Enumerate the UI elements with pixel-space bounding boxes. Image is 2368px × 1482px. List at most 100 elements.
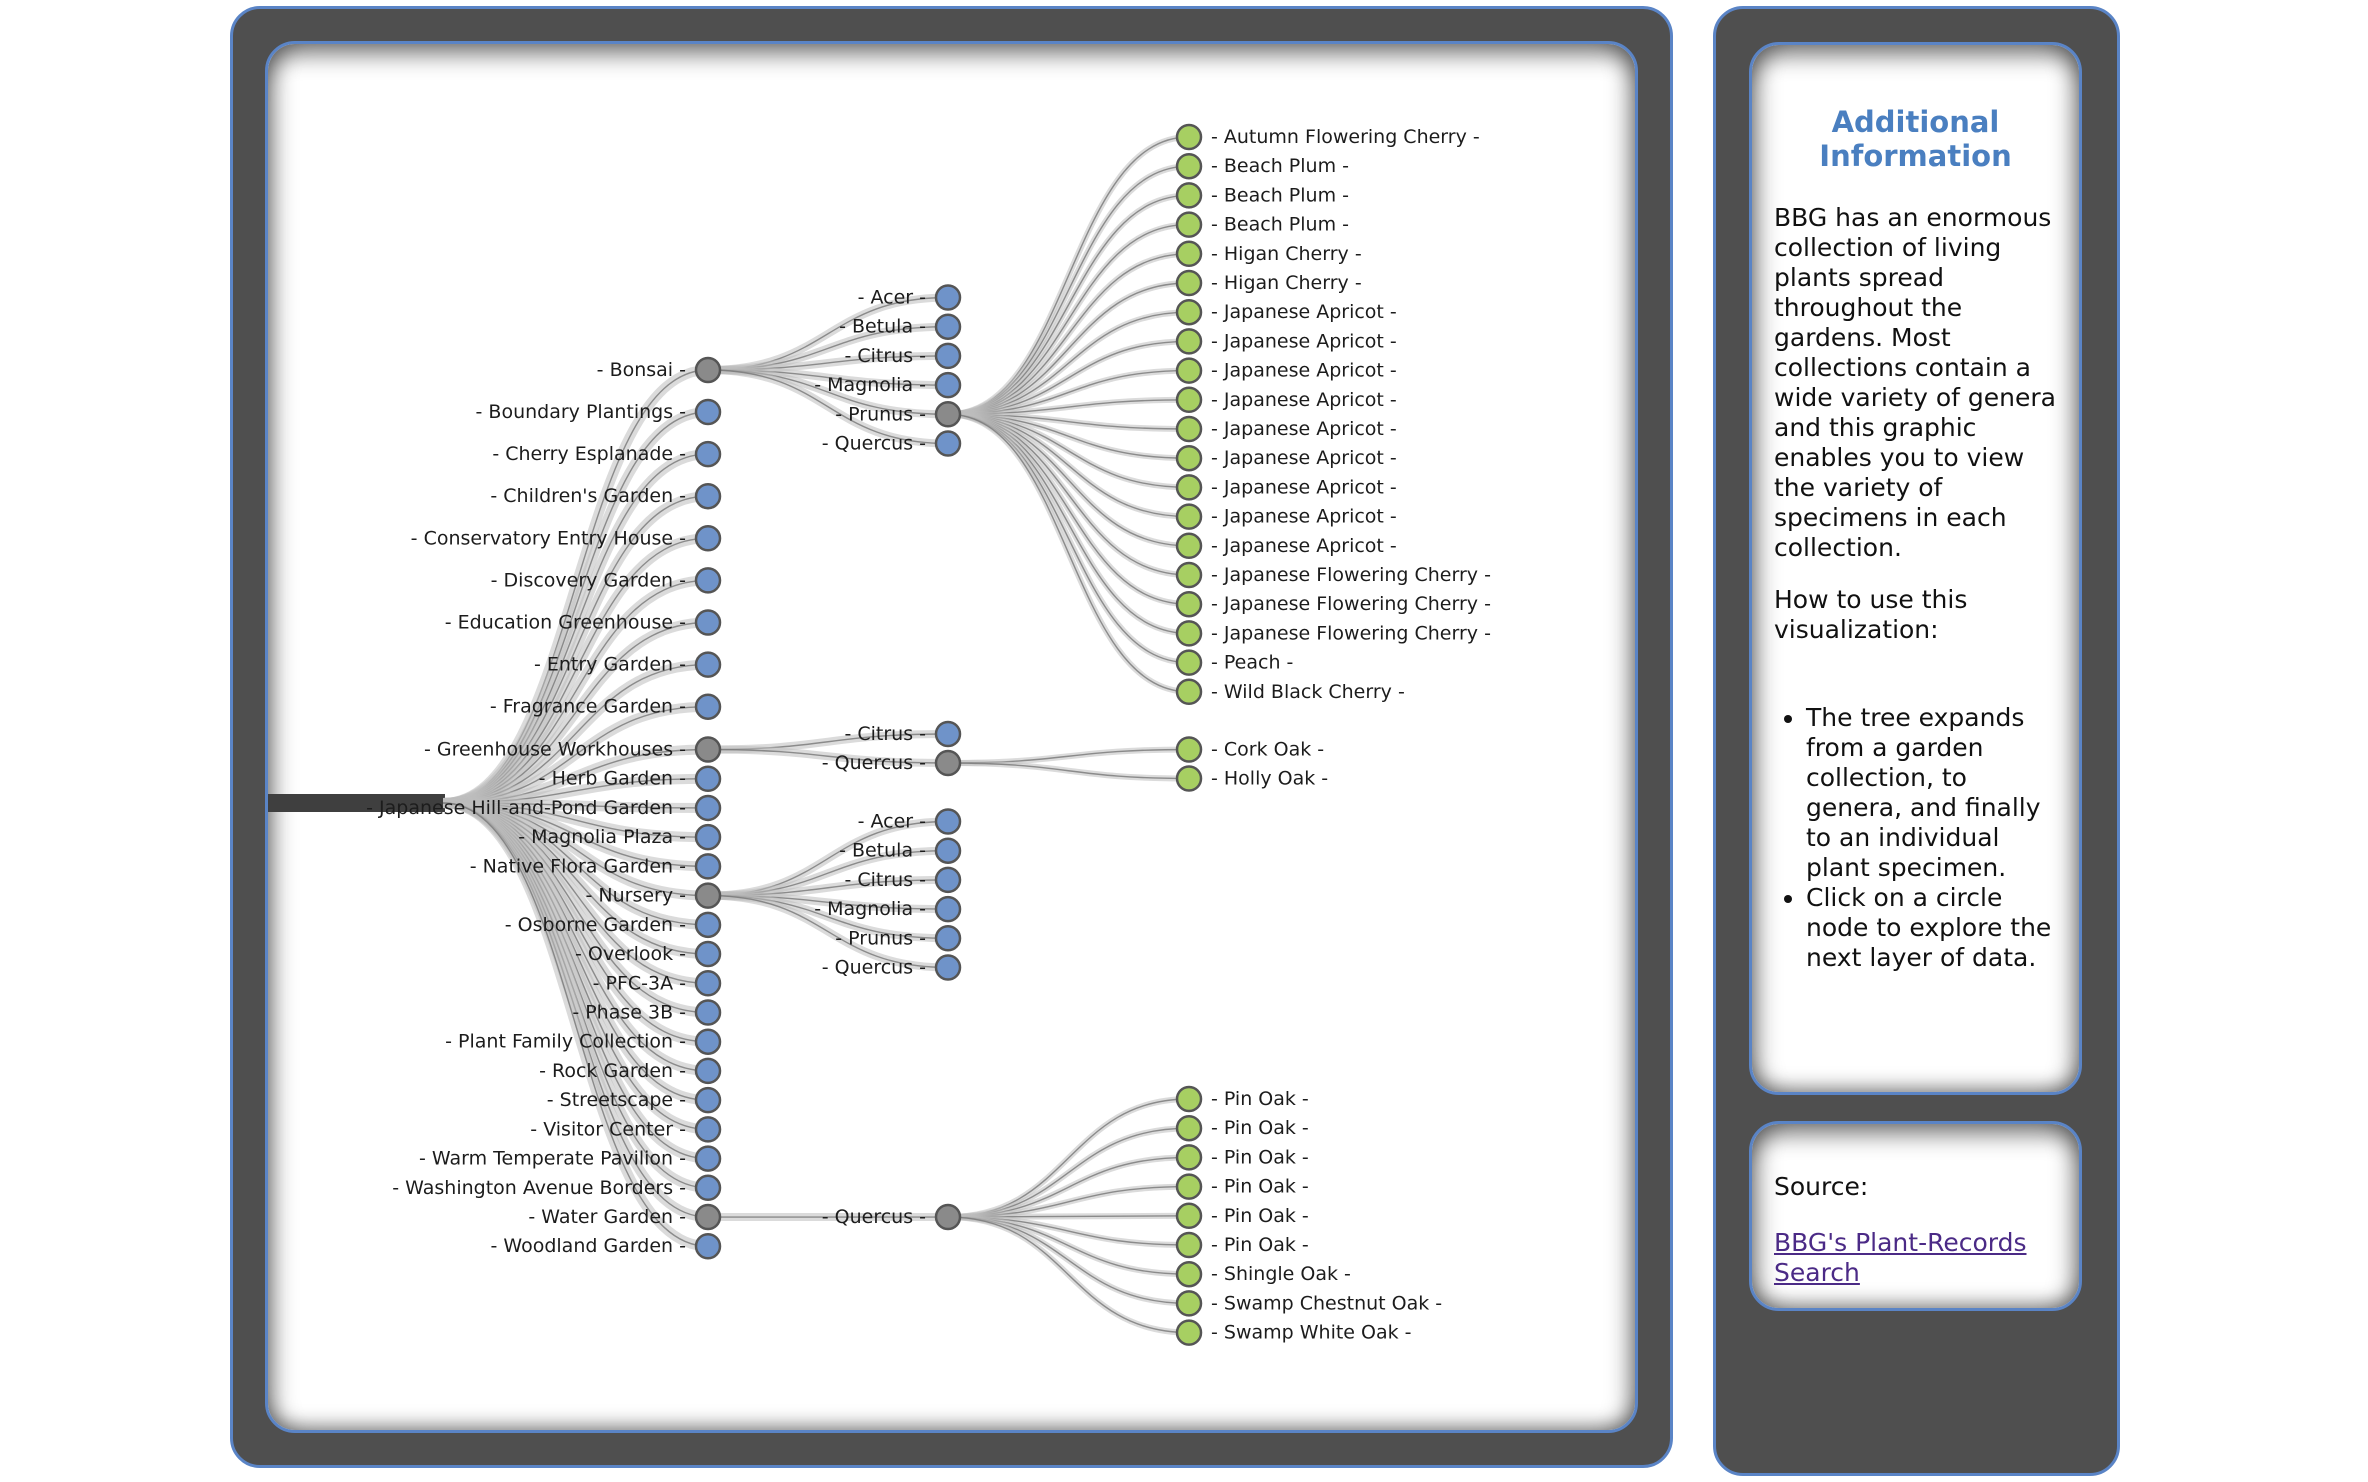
specimen-node[interactable] [1175, 1202, 1203, 1230]
specimen-node[interactable] [1175, 561, 1203, 589]
genus-node-magnolia[interactable] [934, 895, 962, 923]
genus-label: - Acer - [858, 287, 926, 309]
genus-node-citrus[interactable] [934, 720, 962, 748]
specimen-node[interactable] [1175, 590, 1203, 618]
specimen-node[interactable] [1175, 328, 1203, 355]
specimen-node[interactable] [1175, 474, 1203, 501]
collection-node-nursery[interactable] [694, 882, 722, 909]
collection-node-water-garden[interactable] [694, 1203, 722, 1231]
genus-label: - Betula - [839, 840, 926, 862]
collection-node-pfc-3a[interactable] [694, 970, 722, 997]
genus-node-quercus[interactable] [934, 430, 962, 457]
specimen-node[interactable] [1175, 152, 1203, 180]
specimen-node[interactable] [1175, 269, 1203, 297]
specimen-node[interactable] [1175, 503, 1203, 530]
info-card: Additional Information BBG has an enormo… [1749, 42, 2082, 1095]
tree-canvas: - Bonsai - - Boundary Plantings - - Cherry… [265, 41, 1638, 1433]
specimen-node[interactable] [1175, 620, 1203, 647]
collection-node-cherry-esplanade[interactable] [694, 440, 722, 468]
genus-node-prunus[interactable] [934, 925, 962, 952]
collection-node-children-s-garden[interactable] [694, 482, 722, 510]
specimen-node[interactable] [1175, 1144, 1203, 1171]
collection-node-discovery-garden[interactable] [694, 567, 722, 594]
specimen-node[interactable] [1175, 649, 1203, 676]
specimen-node[interactable] [1175, 386, 1203, 414]
specimen-label: - Japanese Apricot - [1211, 476, 1397, 498]
specimen-node[interactable] [1175, 1114, 1203, 1142]
specimen-node[interactable] [1175, 357, 1203, 384]
specimen-node[interactable] [1175, 1173, 1203, 1200]
collection-node-rock-garden[interactable] [694, 1057, 722, 1085]
collection-label: - Water Garden - [528, 1206, 686, 1228]
collection-node-visitor-center[interactable] [694, 1116, 722, 1143]
specimen-node[interactable] [1175, 1085, 1203, 1113]
collapsible-tree: - Bonsai - - Boundary Plantings - - Cherry… [268, 123, 1491, 1346]
collection-label: - Plant Family Collection - [445, 1031, 686, 1053]
collection-node-fragrance-garden[interactable] [694, 693, 722, 720]
collection-node-warm-temperate-pavilion[interactable] [694, 1145, 722, 1172]
collection-node-conservatory-entry-house[interactable] [694, 525, 722, 552]
collection-label: - Discovery Garden - [491, 569, 686, 591]
collection-node-woodland-garden[interactable] [694, 1232, 722, 1260]
genus-label: - Prunus - [835, 927, 926, 949]
collection-node-greenhouse-workhouses[interactable] [694, 736, 722, 763]
instruction-item: The tree expands from a garden collectio… [1806, 703, 2057, 883]
specimen-node[interactable] [1175, 123, 1203, 151]
genus-node-quercus[interactable] [934, 749, 962, 777]
source-link[interactable]: BBG's Plant-Records Search [1774, 1228, 2057, 1288]
collection-node-herb-garden[interactable] [694, 765, 722, 792]
collection-label: - Entry Garden - [534, 654, 686, 676]
genus-node-citrus[interactable] [934, 866, 962, 894]
specimen-node[interactable] [1175, 240, 1203, 268]
specimen-node[interactable] [1175, 532, 1203, 560]
specimen-label: - Swamp Chestnut Oak - [1211, 1292, 1442, 1314]
genus-node-citrus[interactable] [934, 342, 962, 370]
genus-node-betula[interactable] [934, 313, 962, 340]
specimen-label: - Shingle Oak - [1211, 1263, 1351, 1285]
specimen-node[interactable] [1175, 1260, 1203, 1288]
collection-node-japanese-hill-and-pond-garden[interactable] [694, 794, 722, 822]
collection-node-bonsai[interactable] [694, 356, 722, 384]
collection-node-plant-family-collection[interactable] [694, 1028, 722, 1055]
collection-node-boundary-plantings[interactable] [694, 398, 722, 426]
specimen-node[interactable] [1175, 298, 1203, 326]
specimen-label: - Pin Oak - [1211, 1117, 1309, 1139]
specimen-node[interactable] [1175, 444, 1203, 472]
collection-node-native-flora-garden[interactable] [694, 853, 722, 880]
specimen-node[interactable] [1175, 678, 1203, 706]
genus-node-acer[interactable] [934, 284, 962, 311]
specimen-node[interactable] [1175, 1231, 1203, 1259]
collection-node-entry-garden[interactable] [694, 651, 722, 678]
genus-label: - Citrus - [844, 723, 926, 745]
specimen-label: - Autumn Flowering Cherry - [1211, 126, 1480, 148]
genus-node-quercus[interactable] [934, 1203, 962, 1231]
genus-node-quercus[interactable] [934, 954, 962, 981]
specimen-label: - Japanese Apricot - [1211, 330, 1397, 352]
collection-node-education-greenhouse[interactable] [694, 609, 722, 636]
genus-node-prunus[interactable] [934, 401, 962, 428]
specimen-node[interactable] [1175, 1319, 1203, 1346]
specimen-node[interactable] [1175, 765, 1203, 792]
collection-node-washington-avenue-borders[interactable] [694, 1174, 722, 1202]
collection-node-phase-3b[interactable] [694, 999, 722, 1026]
specimen-node[interactable] [1175, 415, 1203, 443]
genus-label: - Quercus - [822, 957, 926, 979]
collection-node-magnolia-plaza[interactable] [694, 823, 722, 851]
specimen-label: - Pin Oak - [1211, 1088, 1309, 1110]
genus-node-betula[interactable] [934, 837, 962, 864]
genus-node-magnolia[interactable] [934, 371, 962, 399]
genus-node-acer[interactable] [934, 808, 962, 835]
collection-label: - Magnolia Plaza - [518, 826, 686, 848]
tree-links [268, 134, 1190, 1336]
specimen-node[interactable] [1175, 1290, 1203, 1317]
info-instructions: The tree expands from a garden collectio… [1752, 703, 2079, 973]
collection-node-streetscape[interactable] [694, 1086, 722, 1114]
specimen-node[interactable] [1175, 211, 1203, 238]
collection-label: - Nursery - [585, 885, 686, 907]
collection-node-overlook[interactable] [694, 940, 722, 968]
info-title: Additional Information [1819, 105, 2012, 173]
collection-node-osborne-garden[interactable] [694, 911, 722, 939]
specimen-node[interactable] [1175, 182, 1203, 209]
specimen-label: - Beach Plum - [1211, 214, 1349, 236]
specimen-node[interactable] [1175, 736, 1203, 763]
